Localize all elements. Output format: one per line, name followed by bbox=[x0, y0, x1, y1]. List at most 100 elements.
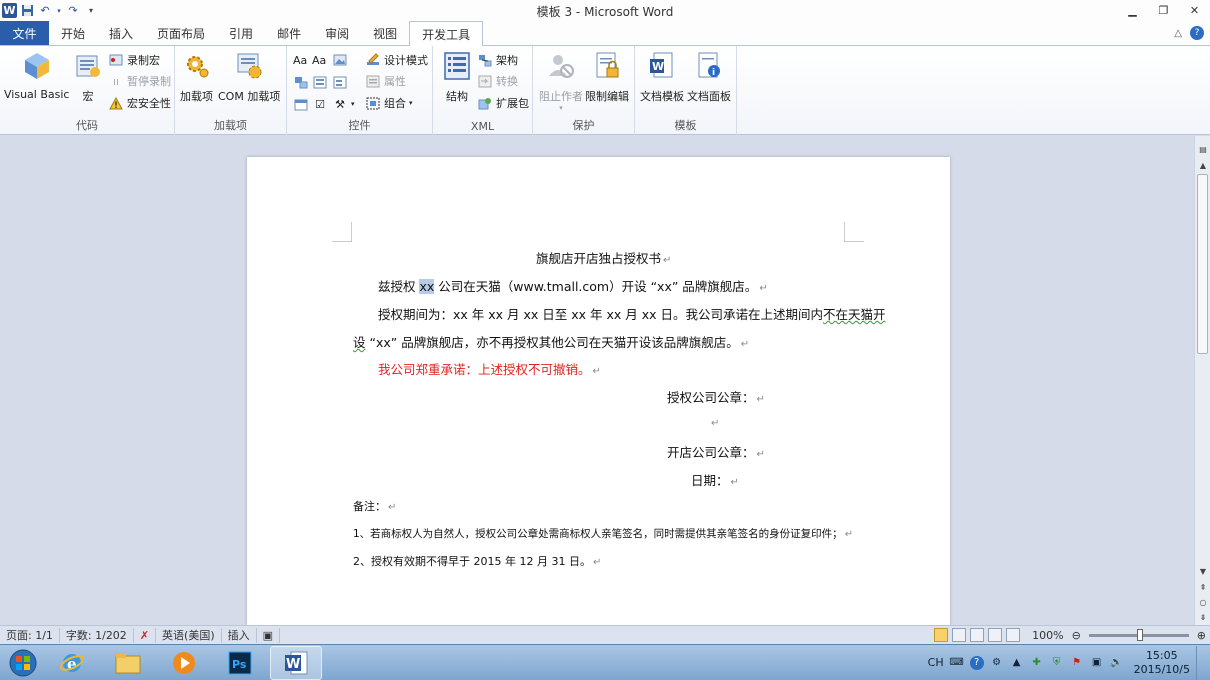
scroll-up-icon[interactable]: ▲ bbox=[1195, 158, 1210, 172]
full-screen-reading-view-button[interactable] bbox=[952, 628, 967, 642]
vertical-scrollbar[interactable]: ▤ ▲ ▼ ⇞ ○ ⇟ bbox=[1194, 136, 1210, 625]
combo-box-control-button[interactable] bbox=[312, 72, 328, 92]
ruler-toggle-icon[interactable]: ▤ bbox=[1195, 142, 1210, 156]
paragraph-3-red[interactable]: 我公司郑重承诺：上述授权不可撤销。 ↵ bbox=[378, 359, 601, 378]
media-player-icon[interactable] bbox=[158, 646, 210, 680]
proofing-status[interactable]: ✗ bbox=[134, 627, 157, 643]
photoshop-icon[interactable]: Ps bbox=[214, 646, 266, 680]
word-app-icon[interactable]: W bbox=[2, 3, 17, 18]
help-icon[interactable]: ? bbox=[1190, 26, 1204, 40]
zoom-out-icon[interactable]: ⊖ bbox=[1072, 629, 1081, 642]
language-indicator[interactable]: 英语(美国) bbox=[156, 627, 222, 643]
file-explorer-icon[interactable] bbox=[102, 646, 154, 680]
show-hidden-icons-icon[interactable]: ▲ bbox=[1010, 656, 1024, 670]
notes-heading[interactable]: 备注： ↵ bbox=[353, 498, 396, 514]
previous-page-icon[interactable]: ⇞ bbox=[1195, 580, 1210, 594]
tab-home[interactable]: 开始 bbox=[49, 21, 97, 45]
legacy-tools-button[interactable]: ⚒ ▾ bbox=[332, 94, 354, 114]
save-icon[interactable] bbox=[19, 3, 35, 19]
draft-view-button[interactable] bbox=[1006, 628, 1021, 642]
dropdown-list-control-button[interactable] bbox=[332, 72, 348, 92]
undo-icon[interactable]: ↶ bbox=[37, 3, 53, 19]
page-count[interactable]: 页面: 1/1 bbox=[0, 627, 60, 643]
date-picker-control-button[interactable] bbox=[293, 94, 309, 114]
help-tray-icon[interactable]: ? bbox=[969, 655, 984, 670]
tab-file[interactable]: 文件 bbox=[0, 21, 49, 45]
note-1[interactable]: 1、若商标权人为自然人，授权公司公章处需商标权人亲笔签名，同时需提供其亲笔签名的… bbox=[353, 526, 853, 541]
building-block-control-button[interactable] bbox=[293, 72, 309, 92]
document-template-button[interactable]: W 文档模板 bbox=[640, 50, 684, 104]
minimize-icon[interactable]: ▁ bbox=[1117, 0, 1148, 20]
note-2[interactable]: 2、授权有效期不得早于 2015 年 12 月 31 日。 ↵ bbox=[353, 553, 601, 569]
document-title[interactable]: 旗舰店开店独占授权书 ↵ bbox=[536, 248, 671, 267]
schema-button[interactable]: 架构 bbox=[477, 50, 518, 70]
tab-insert[interactable]: 插入 bbox=[97, 21, 145, 45]
empty-line[interactable]: ↵ bbox=[709, 414, 719, 429]
tab-review[interactable]: 审阅 bbox=[313, 21, 361, 45]
date-line[interactable]: 日期： ↵ bbox=[691, 470, 739, 489]
record-macro-button[interactable]: 录制宏 bbox=[108, 50, 160, 70]
language-bar[interactable]: CH bbox=[928, 656, 944, 669]
properties-button[interactable]: 属性 bbox=[365, 71, 406, 91]
block-authors-button[interactable]: 阻止作者 ▾ bbox=[539, 50, 583, 112]
volume-icon[interactable]: 🔈 bbox=[1110, 656, 1124, 670]
plain-text-control-button[interactable]: Aa bbox=[312, 50, 326, 70]
restrict-editing-button[interactable]: 限制编辑 bbox=[585, 50, 629, 104]
tab-developer[interactable]: 开发工具 bbox=[409, 21, 484, 46]
zoom-slider[interactable] bbox=[1088, 628, 1189, 641]
action-center-flag-icon[interactable]: ⚑ bbox=[1070, 656, 1084, 670]
shield-icon[interactable]: ⛨ bbox=[1050, 656, 1064, 670]
pause-recording-button[interactable]: ıı 暂停录制 bbox=[108, 71, 171, 91]
checkbox-control-button[interactable]: ☑ bbox=[312, 94, 328, 114]
macro-security-button[interactable]: 宏安全性 bbox=[108, 93, 171, 113]
tab-view[interactable]: 视图 bbox=[361, 21, 409, 45]
group-button[interactable]: 组合 ▾ bbox=[365, 93, 413, 113]
macros-button[interactable]: 宏 bbox=[72, 50, 104, 104]
expansion-packs-button[interactable]: 扩展包 bbox=[477, 93, 529, 113]
browse-object-icon[interactable]: ○ bbox=[1195, 595, 1210, 609]
rich-text-control-button[interactable]: Aa bbox=[293, 50, 307, 70]
web-layout-view-button[interactable] bbox=[970, 628, 985, 642]
word-count[interactable]: 字数: 1/202 bbox=[60, 627, 134, 643]
transform-button[interactable]: 转换 bbox=[477, 71, 518, 91]
com-addins-button[interactable]: COM 加载项 bbox=[218, 50, 280, 104]
show-desktop-button[interactable] bbox=[1196, 645, 1204, 680]
start-orb-icon[interactable] bbox=[4, 646, 42, 680]
scroll-down-icon[interactable]: ▼ bbox=[1195, 564, 1210, 578]
tab-mailings[interactable]: 邮件 bbox=[265, 21, 313, 45]
tab-page-layout[interactable]: 页面布局 bbox=[145, 21, 217, 45]
paragraph-1[interactable]: 兹授权 xx 公司在天猫（www.tmall.com）开设 “xx” 品牌旗舰店… bbox=[378, 276, 768, 295]
next-page-icon[interactable]: ⇟ bbox=[1195, 610, 1210, 624]
insert-mode-indicator[interactable]: 插入 bbox=[222, 627, 257, 643]
visual-basic-button[interactable]: Visual Basic bbox=[4, 50, 69, 101]
internet-explorer-icon[interactable]: e bbox=[46, 646, 98, 680]
document-page[interactable]: 旗舰店开店独占授权书 ↵ 兹授权 xx 公司在天猫（www.tmall.com）开… bbox=[247, 157, 950, 625]
keyboard-icon[interactable]: ⌨ bbox=[949, 656, 963, 670]
print-layout-view-button[interactable] bbox=[934, 628, 949, 642]
addins-button[interactable]: 加载项 bbox=[180, 50, 213, 104]
zoom-slider-knob[interactable] bbox=[1136, 628, 1143, 641]
paragraph-2-line-2[interactable]: 设 “xx” 品牌旗舰店，亦不再授权其他公司在天猫开设该品牌旗舰店。 ↵ bbox=[353, 332, 749, 351]
store-seal-line[interactable]: 开店公司公章： ↵ bbox=[667, 442, 765, 461]
ime-settings-icon[interactable]: ⚙ bbox=[990, 656, 1004, 670]
security-plus-icon[interactable]: ✚ bbox=[1030, 656, 1044, 670]
tab-references[interactable]: 引用 bbox=[217, 21, 265, 45]
outline-view-button[interactable] bbox=[988, 628, 1003, 642]
minimize-ribbon-icon[interactable]: △ bbox=[1174, 28, 1182, 39]
restore-icon[interactable]: ❐ bbox=[1148, 0, 1179, 20]
close-icon[interactable]: ✕ bbox=[1179, 0, 1210, 20]
clock[interactable]: 15:05 2015/10/5 bbox=[1130, 649, 1190, 677]
picture-control-button[interactable] bbox=[332, 50, 348, 70]
document-panel-button[interactable]: i 文档面板 bbox=[687, 50, 731, 104]
zoom-level[interactable]: 100% bbox=[1032, 629, 1063, 642]
authorizer-seal-line[interactable]: 授权公司公章： ↵ bbox=[667, 387, 765, 406]
word-icon[interactable]: W bbox=[270, 645, 322, 680]
redo-icon[interactable]: ↷ bbox=[65, 3, 81, 19]
paragraph-2-line-1[interactable]: 授权期间为：xx 年 xx 月 xx 日至 xx 年 xx 月 xx 日。我公司… bbox=[378, 304, 886, 323]
undo-dropdown-icon[interactable]: ▾ bbox=[55, 3, 63, 19]
macro-recording-indicator[interactable]: ▣ bbox=[257, 627, 281, 643]
zoom-in-icon[interactable]: ⊕ bbox=[1197, 629, 1206, 642]
scroll-thumb[interactable] bbox=[1197, 174, 1208, 354]
customize-qat-icon[interactable]: ▾ bbox=[83, 3, 99, 19]
structure-button[interactable]: 结构 bbox=[441, 50, 473, 104]
